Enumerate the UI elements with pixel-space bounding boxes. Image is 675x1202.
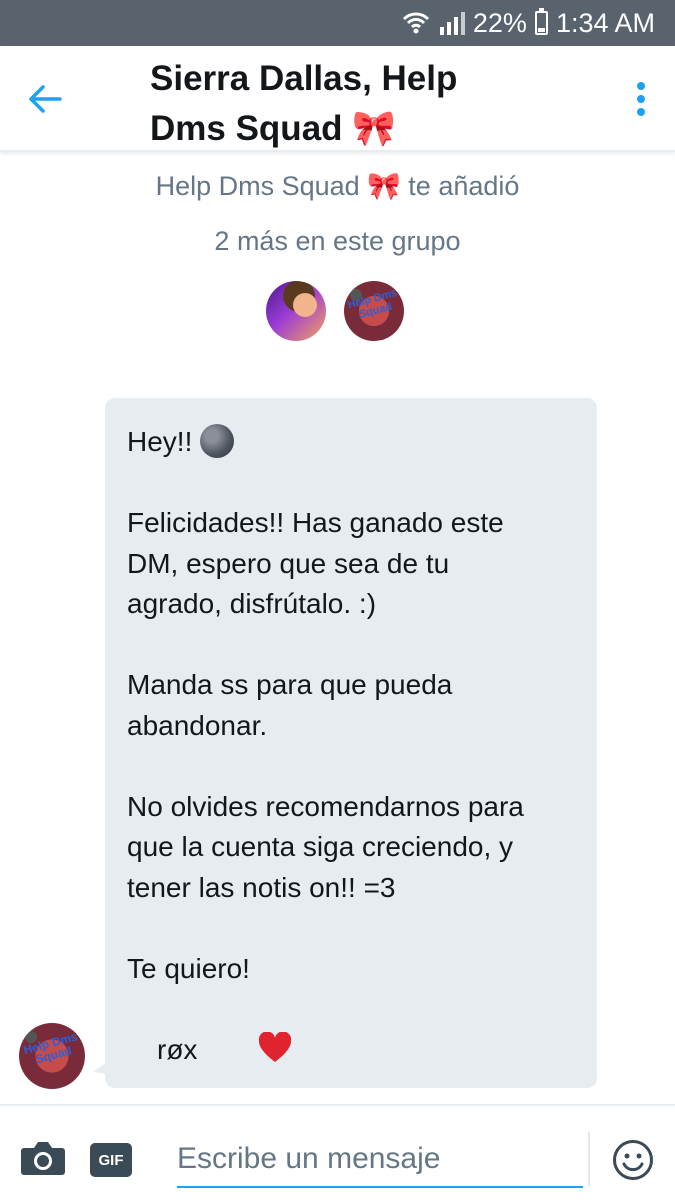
message-paragraph: Manda ss para que pueda abandonar. (127, 669, 453, 741)
group-member-avatars: Help Dms Squad (266, 281, 404, 341)
sender-avatar[interactable]: Help Dms Squad (19, 1023, 85, 1089)
more-vertical-icon[interactable] (631, 76, 651, 122)
pizza-icon (127, 1031, 157, 1146)
message-composer: GIF (0, 1104, 675, 1202)
battery-icon (534, 8, 548, 35)
new-moon-face-icon (200, 423, 235, 458)
message-bubble[interactable]: Hey!! Felicidades!! Has ganado este DM, … (93, 398, 597, 1146)
status-bar: 22% 1:34 AM (0, 0, 675, 46)
arrow-left-icon[interactable] (22, 76, 68, 122)
clock: 1:34 AM (555, 7, 655, 38)
conversation-title[interactable]: Sierra Dallas, Help Dms Squad 🎀 (150, 54, 530, 154)
divider (588, 1132, 590, 1186)
conversation-header: Sierra Dallas, Help Dms Squad 🎀 (0, 46, 675, 152)
message-signature: røx (127, 1030, 575, 1146)
message-love: Te quiero! (127, 949, 575, 1063)
group-members-count[interactable]: 2 más en este grupo (0, 226, 675, 257)
heart-icon (258, 951, 292, 1063)
message-greeting: Hey!! (127, 422, 575, 463)
added-by-text: Help Dms Squad 🎀 te añadió (155, 171, 520, 201)
member-avatar[interactable]: Help Dms Squad (344, 281, 404, 341)
message-paragraph: No olvides recomendarnos para que la cue… (127, 790, 524, 903)
smiley-icon[interactable] (612, 1139, 654, 1181)
battery-fill (537, 27, 545, 32)
gif-button[interactable]: GIF (90, 1143, 132, 1177)
member-avatar[interactable] (266, 281, 326, 341)
battery-percent: 22% (472, 7, 527, 38)
signal-icon (439, 11, 465, 35)
message-paragraph: Felicidades!! Has ganado este DM, espero… (127, 507, 504, 619)
message-input[interactable] (177, 1132, 583, 1188)
camera-icon[interactable] (20, 1140, 66, 1176)
wifi-icon (401, 10, 431, 36)
